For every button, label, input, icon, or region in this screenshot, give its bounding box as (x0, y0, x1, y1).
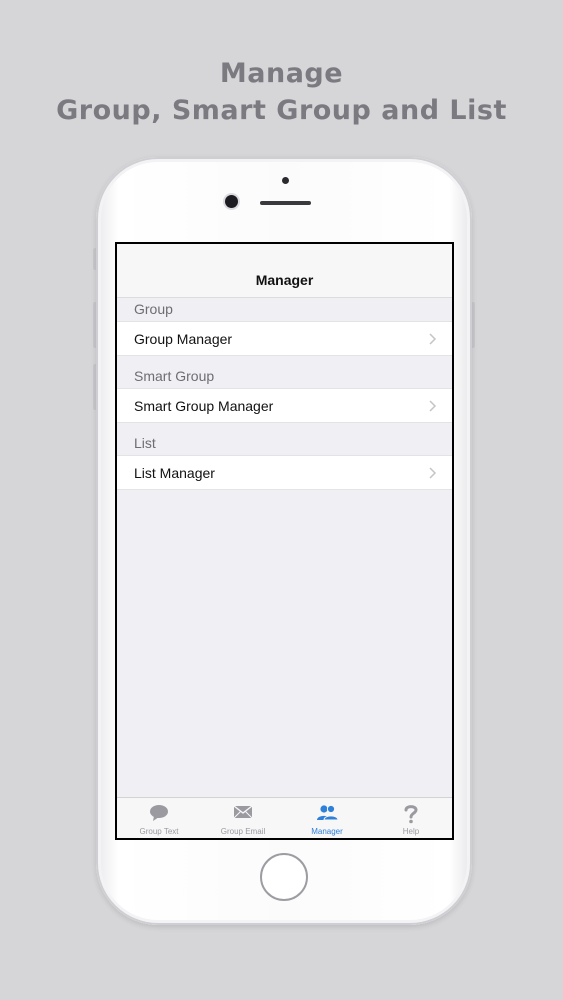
people-icon (317, 804, 339, 821)
nav-title: Manager (255, 272, 314, 288)
tab-group-text[interactable]: Group Text (117, 798, 201, 838)
row-list-manager[interactable]: List Manager (117, 455, 452, 490)
envelope-icon (233, 805, 253, 819)
tab-label: Group Email (220, 827, 266, 836)
front-camera-icon (225, 195, 238, 208)
navigation-bar: Manager (117, 244, 452, 298)
home-button[interactable] (260, 853, 308, 901)
section-header-group: Group (134, 301, 173, 317)
question-mark-icon (404, 805, 418, 824)
chevron-right-icon (429, 400, 437, 412)
headline-line-2: Group, Smart Group and List (56, 95, 507, 126)
row-smart-group-manager[interactable]: Smart Group Manager (117, 388, 452, 423)
chevron-right-icon (429, 467, 437, 479)
row-label: List Manager (134, 465, 215, 481)
earpiece-speaker (260, 201, 311, 205)
tab-manager[interactable]: Manager (285, 798, 369, 838)
tab-group-email[interactable]: Group Email (201, 798, 285, 838)
tab-bar: Group Text Group Email Manager Help (117, 797, 452, 838)
section-header-smart-group: Smart Group (134, 368, 215, 384)
chevron-right-icon (429, 333, 437, 345)
tab-label: Group Text (139, 827, 179, 836)
tab-help[interactable]: Help (369, 798, 452, 838)
row-label: Smart Group Manager (134, 398, 274, 414)
section-header-list: List (134, 435, 156, 451)
proximity-sensor (282, 177, 289, 184)
tab-label: Manager (311, 827, 343, 836)
speech-bubble-icon (150, 805, 168, 821)
headline-line-1: Manage (219, 58, 344, 89)
tab-label: Help (402, 827, 420, 836)
phone-screen: Manager Group Group Manager Smart Group … (115, 242, 454, 840)
row-label: Group Manager (134, 331, 233, 347)
row-group-manager[interactable]: Group Manager (117, 321, 452, 356)
